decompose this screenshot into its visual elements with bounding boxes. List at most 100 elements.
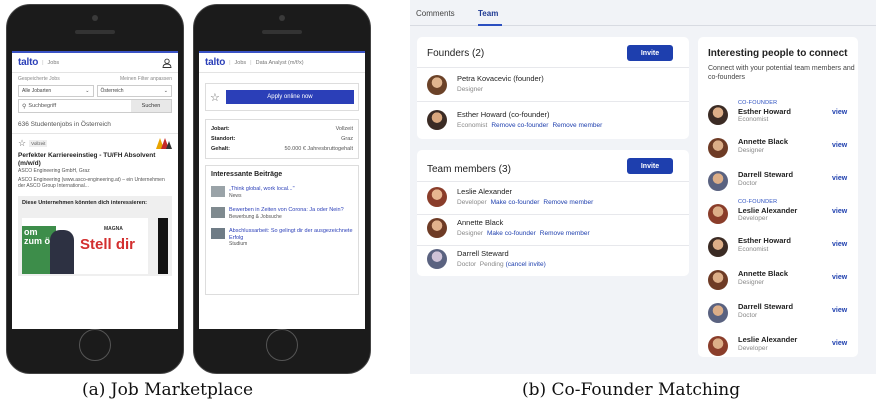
user-icon[interactable] (162, 58, 172, 68)
breadcrumb-jobs[interactable]: Jobs (48, 60, 60, 66)
breadcrumb-jobs[interactable]: Jobs (235, 60, 247, 66)
post-item[interactable]: „Think global, work local..." News (211, 186, 353, 199)
country-select[interactable]: Österreich ⌄ (96, 85, 172, 97)
caption-b: (b) Co-Founder Matching (522, 380, 741, 400)
chevron-down-icon: ⌄ (85, 88, 90, 94)
avatar (708, 336, 728, 356)
view-profile-link[interactable]: view (832, 274, 847, 281)
company-ad[interactable]: om zum ör MAGNA Stell dir (22, 217, 148, 274)
suggestion-name: Darrell Steward (738, 302, 794, 311)
post-thumbnail (211, 207, 225, 218)
suggestion-role: Economist (738, 246, 769, 253)
talto-logo[interactable]: talto (205, 57, 225, 68)
remove-member-link[interactable]: Remove member (540, 230, 590, 237)
phone-screen: talto | Jobs Gespeicherte Jobs Meinen Fi… (12, 51, 178, 329)
suggestion-role: Designer (738, 279, 765, 286)
home-button[interactable] (79, 329, 111, 361)
view-profile-link[interactable]: view (832, 208, 847, 215)
job-snippet: ASCO Engineering (www.asco-engineering.a… (18, 176, 165, 190)
search-button[interactable]: Suchen (131, 100, 171, 112)
company-name: ASCO Engineering GmbH, Graz (18, 168, 90, 174)
founders-card: Founders (2) Invite Petra Kovacevic (fou… (417, 37, 689, 139)
star-icon[interactable]: ☆ (18, 138, 26, 149)
suggestions-subtitle: Connect with your potential team members… (708, 65, 855, 81)
caption-a: (a) Job Marketplace (82, 380, 254, 400)
team-title: Team members (3) (427, 164, 511, 175)
search-input[interactable]: ⚲ Suchbegriff (19, 100, 131, 112)
avatar (427, 249, 447, 269)
job-card[interactable]: ☆ Vollzeit Perfekter Karriereeinstieg - … (12, 134, 178, 194)
founders-title: Founders (2) (427, 48, 485, 59)
view-profile-link[interactable]: view (832, 142, 847, 149)
suggestion-role: Developer (738, 215, 768, 222)
suggestions-card: Interesting people to connect Connect wi… (698, 37, 858, 357)
avatar (427, 187, 447, 207)
company-logo-icon (156, 138, 172, 149)
invite-founder-button[interactable]: Invite (627, 45, 673, 61)
saved-jobs-link[interactable]: Gespeicherte Jobs (18, 76, 60, 82)
speaker (75, 30, 115, 34)
avatar (708, 204, 728, 224)
cofounder-tag: CO-FOUNDER (738, 199, 778, 205)
suggestion-name: Darrell Steward (738, 170, 794, 179)
job-title[interactable]: Perfekter Karriereeinstieg - TU/FH Absol… (18, 152, 172, 168)
suggestion-role: Economist (738, 116, 769, 123)
phone-job-detail: talto | Jobs | Data Analyst (m/f/x) ☆ Ap… (193, 4, 371, 374)
job-type-select[interactable]: Alle Jobarten ⌄ (18, 85, 94, 97)
suggestion-name: Esther Howard (738, 236, 791, 245)
apply-button[interactable]: Apply online now (225, 90, 354, 104)
ad-right-strip (158, 217, 168, 274)
speaker (262, 30, 302, 34)
member-role-actions: Designer Make co-founder Remove member (457, 230, 590, 237)
remove-member-link[interactable]: Remove member (543, 199, 593, 206)
search-icon: ⚲ (22, 103, 27, 110)
suggestion-name: Leslie Alexander (738, 335, 798, 344)
post-thumbnail (211, 228, 225, 239)
camera (279, 15, 285, 21)
adjust-filter-link[interactable]: Meinen Filter anpassen (120, 76, 172, 82)
suggestion-name: Leslie Alexander (738, 206, 798, 215)
tab-team[interactable]: Team (478, 9, 498, 18)
tab-bar: Comments Team (410, 0, 876, 26)
suggestion-role: Developer (738, 345, 768, 352)
view-profile-link[interactable]: view (832, 340, 847, 347)
remove-cofounder-link[interactable]: Remove co-founder (491, 122, 548, 129)
member-role-actions: Developer Make co-founder Remove member (457, 199, 594, 206)
job-type-badge: Vollzeit (29, 140, 48, 147)
remove-member-link[interactable]: Remove member (552, 122, 602, 129)
tab-comments[interactable]: Comments (416, 9, 455, 18)
member-role-status: Doctor Pending (cancel invite) (457, 261, 546, 268)
star-icon[interactable]: ☆ (210, 91, 220, 104)
phone-screen: talto | Jobs | Data Analyst (m/f/x) ☆ Ap… (199, 51, 365, 329)
member-name: Darrell Steward (457, 249, 509, 258)
camera (92, 15, 98, 21)
view-profile-link[interactable]: view (832, 241, 847, 248)
avatar (427, 75, 447, 95)
pending-status: Pending (479, 261, 504, 268)
make-cofounder-link[interactable]: Make co-founder (491, 199, 540, 206)
top-bar: talto | Jobs | Data Analyst (m/f/x) (199, 53, 365, 73)
member-name: Esther Howard (co-founder) (457, 110, 550, 119)
view-profile-link[interactable]: view (832, 109, 847, 116)
invite-member-button[interactable]: Invite (627, 158, 673, 174)
cofounder-app: Comments Team Founders (2) Invite Petra … (410, 0, 876, 374)
home-button[interactable] (266, 329, 298, 361)
view-profile-link[interactable]: view (832, 175, 847, 182)
chevron-down-icon: ⌄ (163, 88, 168, 94)
companies-heading: Diese Unternehmen könnten dich interessi… (22, 199, 148, 206)
avatar (708, 270, 728, 290)
team-members-card: Team members (3) Invite Leslie Alexander… (417, 150, 689, 276)
view-profile-link[interactable]: view (832, 307, 847, 314)
make-cofounder-link[interactable]: Make co-founder (487, 230, 536, 237)
ad-slogan: Stell dir (80, 235, 136, 253)
avatar (708, 303, 728, 323)
ad-person-image (50, 229, 74, 274)
post-item[interactable]: Bewerben in Zeiten von Corona: Ja oder N… (211, 207, 353, 220)
talto-logo[interactable]: talto (18, 57, 38, 68)
cancel-invite-link[interactable]: (cancel invite) (506, 261, 546, 268)
post-item[interactable]: Abschlussarbeit: So gelingt dir der ausg… (211, 228, 353, 248)
suggestion-name: Annette Black (738, 269, 789, 278)
detail-row: Standort: Graz (211, 136, 353, 142)
ad-brand: MAGNA (104, 225, 123, 232)
result-count: 636 Studentenjobs in Österreich (12, 115, 178, 134)
